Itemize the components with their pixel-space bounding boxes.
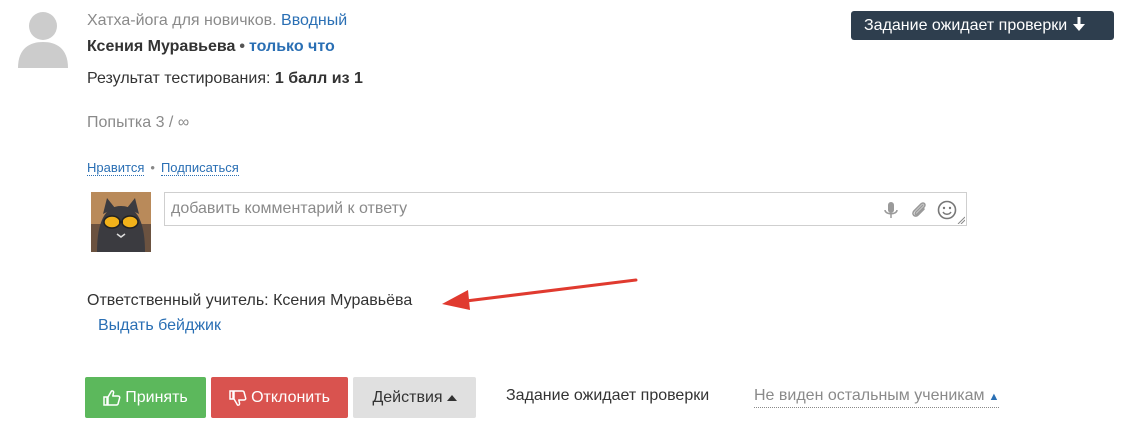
user-avatar xyxy=(91,192,151,252)
author-name[interactable]: Ксения Муравьева xyxy=(87,38,235,55)
attempt-counter: Попытка 3 / ∞ xyxy=(87,114,190,131)
status-badge[interactable]: Задание ожидает проверки xyxy=(851,11,1114,40)
comment-box xyxy=(164,192,967,226)
test-result: Результат тестирования: 1 балл из 1 xyxy=(87,70,363,88)
smiley-icon[interactable] xyxy=(936,199,958,221)
annotation-arrow-icon xyxy=(442,278,638,310)
accept-label: Принять xyxy=(125,388,188,406)
course-name: Хатха-йога для новичков. xyxy=(87,12,277,29)
lesson-link[interactable]: Вводный xyxy=(281,12,347,29)
answer-card: Хатха-йога для новичков. Вводный Ксения … xyxy=(0,0,1124,428)
resize-grip-icon[interactable] xyxy=(957,216,965,224)
caret-up-icon xyxy=(446,394,457,401)
actions-label: Действия xyxy=(372,388,443,406)
status-badge-label: Задание ожидает проверки xyxy=(864,17,1068,34)
reject-button[interactable]: Отклонить xyxy=(211,377,348,418)
accept-button[interactable]: Принять xyxy=(85,377,206,418)
author-line: Ксения Муравьева • только что xyxy=(87,38,335,56)
result-label: Результат тестирования: xyxy=(87,70,271,87)
caret-up-icon: ▲ xyxy=(988,391,1000,403)
comment-input[interactable] xyxy=(171,197,861,221)
thumbs-up-icon xyxy=(103,389,121,406)
review-status-text: Задание ожидает проверки xyxy=(506,387,710,404)
thumbs-down-icon xyxy=(229,389,247,406)
give-badge-link[interactable]: Выдать бейджик xyxy=(98,317,221,335)
visibility-dropdown[interactable]: Не виден остальным ученикам ▲ xyxy=(754,387,1000,408)
result-value: 1 балл из 1 xyxy=(274,70,363,87)
course-breadcrumb: Хатха-йога для новичков. Вводный xyxy=(87,12,347,30)
post-time-link[interactable]: только что xyxy=(249,38,335,55)
social-actions: Нравится • Подписаться xyxy=(87,160,239,176)
default-avatar-icon[interactable] xyxy=(14,6,72,68)
subscribe-link[interactable]: Подписаться xyxy=(160,160,239,176)
actions-dropdown-button[interactable]: Действия xyxy=(353,377,476,418)
visibility-label: Не виден остальным ученикам xyxy=(754,387,985,404)
arrow-down-icon xyxy=(1073,11,1086,40)
microphone-icon[interactable] xyxy=(880,199,902,221)
responsible-teacher: Ответственный учитель: Ксения Муравьёва xyxy=(87,292,413,309)
like-link[interactable]: Нравится xyxy=(87,160,145,176)
author-separator: • xyxy=(239,38,246,55)
social-separator: • xyxy=(150,160,155,175)
reject-label: Отклонить xyxy=(251,388,330,406)
paperclip-icon[interactable] xyxy=(908,199,930,221)
